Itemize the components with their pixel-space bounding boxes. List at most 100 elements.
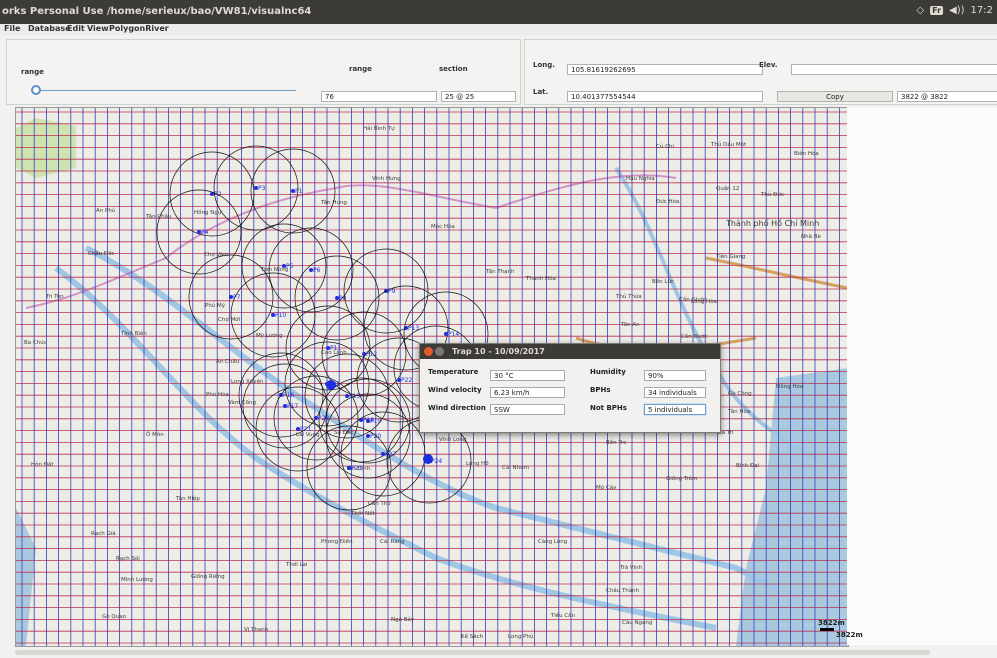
not-bphs-field[interactable]: 5 individuals <box>644 404 706 415</box>
place-label: Hậu Nghĩa <box>626 175 655 182</box>
place-label: Bình Đại <box>736 462 760 469</box>
place-label: Nhà Bè <box>801 233 821 240</box>
place-label: An Phú <box>96 207 115 214</box>
place-label: Phong Điền <box>321 537 353 545</box>
trap-label: P21 <box>300 426 311 433</box>
place-label: Thành phố Hồ Chí Minh <box>725 218 819 228</box>
menu-edit[interactable]: Edit <box>67 24 85 33</box>
copy-value-field[interactable]: 3822 @ 3822 <box>897 91 997 102</box>
place-label: Châu Đốc <box>88 250 115 257</box>
clock[interactable]: 17:2 <box>971 5 993 16</box>
range-panel: range range section 76 25 @ 25 <box>6 39 521 105</box>
close-icon[interactable] <box>424 347 433 356</box>
copy-button[interactable]: Copy <box>777 91 893 102</box>
wind-direction-label: Wind direction <box>428 404 486 412</box>
window-title: orks Personal Use /home/serieux/bao/VW81… <box>2 6 312 17</box>
place-label: Mộc Hóa <box>431 223 455 230</box>
place-label: Thủ Dầu Một <box>710 140 747 148</box>
place-label: Tri Tôn <box>45 293 64 300</box>
place-label: Ngã Bảy <box>391 616 415 623</box>
place-label: Tân Thạnh <box>485 268 515 275</box>
minimize-icon[interactable] <box>435 347 444 356</box>
place-label: Gò Công <box>728 390 752 397</box>
place-label: Tiểu Cần <box>550 611 576 619</box>
range-label: range <box>21 68 44 76</box>
scale-bar <box>820 628 834 631</box>
trap-label: P19 <box>370 418 381 425</box>
wind-velocity-field[interactable]: 6.23 km/h <box>490 387 565 398</box>
scale-label: 3822m <box>818 619 845 627</box>
system-tray: ◇ Fr ◀)) 17:2 <box>916 5 993 16</box>
elevation-label: Elev. <box>759 61 778 69</box>
place-label: Cái Nhum <box>502 464 529 471</box>
place-label: Long Hòa <box>691 298 717 305</box>
place-label: Tân Hiệp <box>175 495 200 502</box>
volume-icon[interactable]: ◀)) <box>949 5 965 16</box>
place-label: Tiền Giang <box>715 252 745 260</box>
menu-file[interactable]: File <box>4 24 20 33</box>
range-input[interactable]: 76 <box>321 91 437 102</box>
place-label: Long Hồ <box>466 459 489 467</box>
menu-database[interactable]: Database <box>28 24 71 33</box>
temperature-label: Temperature <box>428 368 479 376</box>
not-bphs-label: Not BPHs <box>590 404 627 412</box>
place-label: An Châu <box>216 358 239 365</box>
section-header: section <box>439 65 468 73</box>
place-label: Chợ Mới <box>218 316 241 323</box>
longitude-input[interactable]: 105.81619262695 <box>567 64 763 75</box>
dialog-title: Trap 10 - 10/09/2017 <box>452 347 545 356</box>
wind-direction-field[interactable]: SSW <box>490 404 565 415</box>
place-label: Thốt Nốt <box>350 510 376 517</box>
place-label: Thới Lai <box>285 561 308 568</box>
menu-view[interactable]: View <box>87 24 109 33</box>
place-label: Thủ Đức <box>760 191 784 198</box>
selected-trap-marker[interactable] <box>326 380 336 390</box>
place-label: Cầu Ngang <box>622 618 652 626</box>
place-label: Rạch Giá <box>91 530 116 537</box>
place-label: Sa Đéc <box>334 429 353 436</box>
temperature-field[interactable]: 30 °C <box>490 370 565 381</box>
place-label: Long Xuyên <box>231 378 264 385</box>
range-slider-track[interactable] <box>36 90 296 91</box>
dialog-titlebar[interactable]: Trap 10 - 10/09/2017 <box>420 344 720 359</box>
humidity-label: Humidity <box>590 368 626 376</box>
trap-label: P23 <box>351 465 362 472</box>
place-label: Trà Vinh <box>619 564 643 571</box>
section-input[interactable]: 25 @ 25 <box>441 91 516 102</box>
place-label: Biên Hòa <box>794 150 819 157</box>
place-label: Châu Thành <box>606 587 640 594</box>
trap-label: P1 <box>295 188 303 195</box>
place-label: Vĩnh Hưng <box>372 176 401 182</box>
range-header: range <box>349 65 372 73</box>
trap-label: P5 <box>286 263 294 270</box>
place-label: Đức Hòa <box>656 198 679 205</box>
trap-label: P22 <box>401 377 412 384</box>
place-label: Ba Chúc <box>24 339 47 346</box>
place-label: Củ Chi <box>656 143 674 150</box>
place-label: Ô Môn <box>146 431 164 438</box>
selected-trap-marker[interactable] <box>423 454 433 464</box>
place-label: Đồng Hòa <box>776 382 803 390</box>
bphs-field[interactable]: 34 individuals <box>644 387 706 398</box>
place-label: Vĩnh Long <box>439 437 466 443</box>
keyboard-layout-indicator[interactable]: Fr <box>930 6 944 15</box>
horizontal-scrollbar[interactable] <box>15 650 930 655</box>
latitude-input[interactable]: 10.401377554544 <box>567 91 763 102</box>
place-label: Bến Tre <box>606 439 627 446</box>
trap-label: P9 <box>388 288 396 295</box>
menu-polygonriver[interactable]: PolygonRiver <box>109 24 169 33</box>
place-label: Tân An <box>620 321 640 328</box>
place-label: Thạnh Hóa <box>525 275 556 282</box>
window-titlebar: orks Personal Use /home/serieux/bao/VW81… <box>0 0 997 24</box>
place-label: Cần Đước <box>681 332 708 340</box>
place-label: Mỹ Lương <box>256 333 283 339</box>
place-label: Mỏ Cày <box>596 484 617 491</box>
place-label: Phú Hòa <box>206 391 229 398</box>
trap-dialog[interactable]: Trap 10 - 10/09/2017 Temperature 30 °C H… <box>419 343 721 433</box>
place-label: Càng Long <box>538 538 567 545</box>
network-icon[interactable]: ◇ <box>916 5 924 16</box>
humidity-field[interactable]: 90% <box>644 370 706 381</box>
trap-label: P27 <box>385 451 396 458</box>
elevation-input[interactable] <box>791 64 997 75</box>
longitude-label: Long. <box>533 61 555 69</box>
